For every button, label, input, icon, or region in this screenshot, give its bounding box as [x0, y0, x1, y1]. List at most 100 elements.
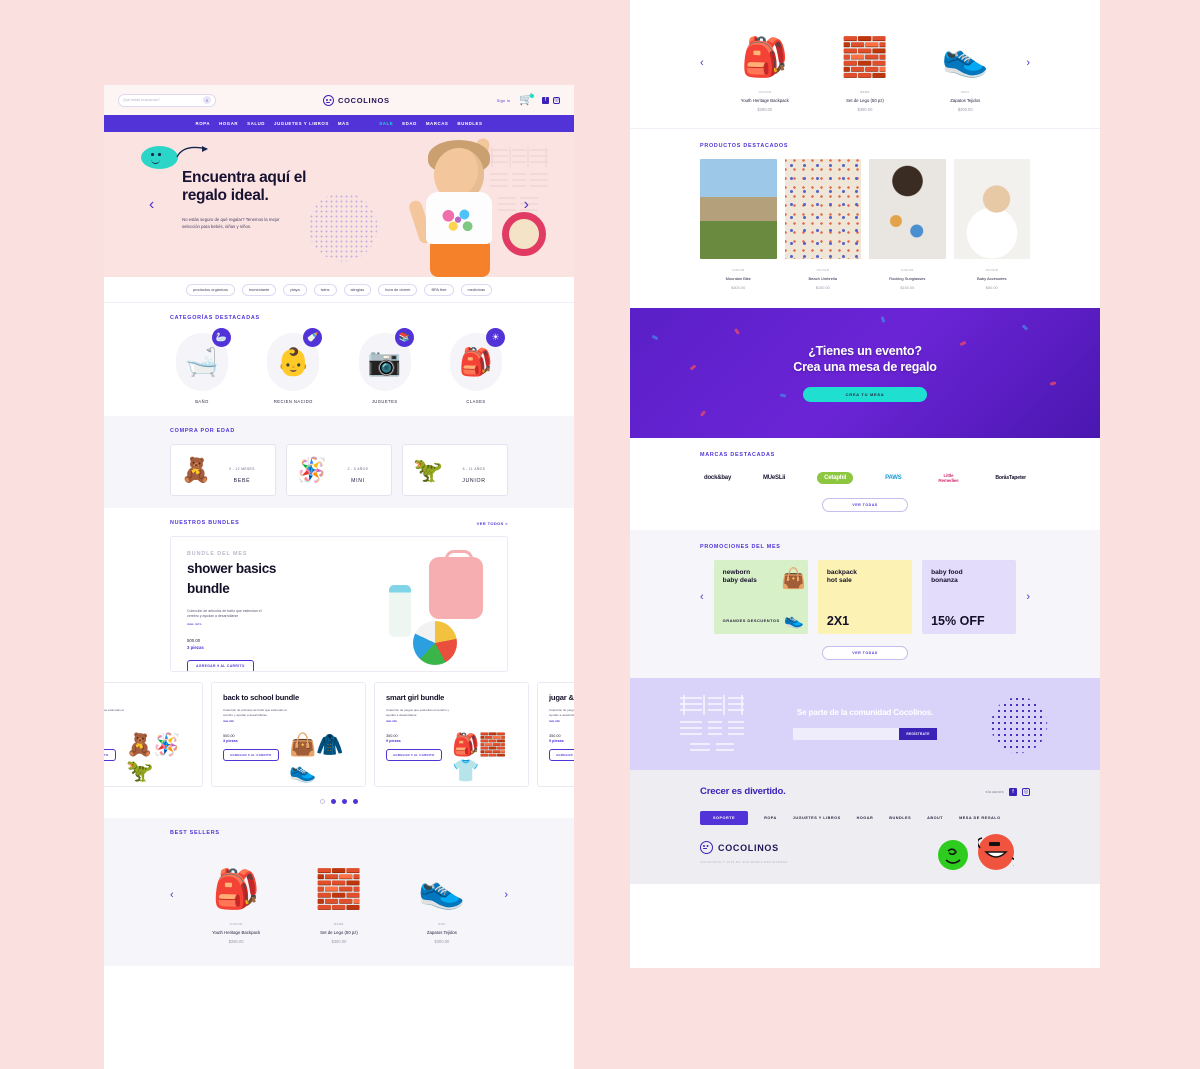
bundle-description: Colección de artículos de baño que estim… [187, 608, 262, 619]
brand-logo-dock-and-bay[interactable]: dock&bay [704, 475, 731, 481]
age-card-junior[interactable]: 🦖 6 - 11 AÑOS JUNIOR [402, 444, 508, 496]
product-category: JUNIOR [758, 90, 772, 94]
brand-logo-boras-tapeter[interactable]: BoråsTapeter [995, 475, 1026, 481]
top-carousel-prev-button[interactable]: ‹ [700, 57, 704, 69]
hero-next-button[interactable]: › [524, 196, 529, 214]
category-item-juguetes[interactable]: 📷 📚 JUGUETES [353, 328, 417, 404]
tag-chip[interactable]: BPA free [424, 283, 454, 296]
nav-item-juguetes-y-libros[interactable]: JUGUETES Y LIBROS [274, 121, 329, 126]
bundle-card[interactable]: jugar & aprender Colección de juegos que… [537, 682, 574, 787]
product-category: MINI [437, 922, 446, 926]
footer-link-mesa-de-regalo[interactable]: MESA DE REGALO [959, 816, 1000, 820]
brand-logo-little-remedies[interactable]: Little Remedies [933, 473, 963, 483]
search-icon[interactable]: ⌕ [203, 96, 211, 104]
category-item-clases[interactable]: 🎒 ☀ CLASES [444, 328, 508, 404]
bundle-card[interactable]: smart girl bundle Colección de juegos qu… [374, 682, 529, 787]
nav-item-ropa[interactable]: ROPA [196, 121, 211, 126]
featured-product-price: $80.00 [985, 285, 998, 290]
promo-card-baby-food[interactable]: baby food bonanza 15% OFF [922, 560, 1017, 634]
product-card[interactable]: 🎒 JUNIOR Youth Heritage Backpack $280.00 [726, 14, 804, 112]
footer-link-about[interactable]: ABOUT [927, 816, 943, 820]
pager-dot[interactable] [342, 799, 347, 804]
promotions-see-all-button[interactable]: VER TODAS [822, 646, 908, 660]
hero-prev-button[interactable]: ‹ [149, 196, 154, 214]
bundle-of-the-month-card[interactable]: BUNDLE DEL MES shower basics bundle Cole… [170, 536, 508, 672]
footer-link-juguetes-y-libros[interactable]: JUGUETES Y LIBROS [793, 816, 841, 820]
sign-in-link[interactable]: Sign in [497, 98, 511, 103]
product-card[interactable]: 👟 MINI Zapatos Tejidos $300.00 [926, 14, 1004, 112]
promo-card-backpack[interactable]: backpack hot sale 2X1 [817, 560, 913, 634]
product-card[interactable]: 👟 MINI Zapatos Tejidos $300.00 [401, 846, 482, 944]
product-image: 🎒 [212, 869, 260, 911]
best-sellers-prev-button[interactable]: ‹ [170, 889, 174, 901]
nav-item-salud[interactable]: SALUD [247, 121, 265, 126]
footer-link-ropa[interactable]: ROPA [764, 816, 777, 820]
best-sellers-next-button[interactable]: › [504, 889, 508, 901]
brands-see-all-button[interactable]: VER TODAS [822, 498, 908, 512]
cart-icon[interactable]: 🛒 [519, 93, 534, 106]
search-input[interactable]: Qué estás buscando? ⌕ [118, 93, 216, 107]
instagram-icon[interactable]: ◎ [553, 96, 560, 104]
featured-product-card[interactable]: JUNIOR Beach Umbrella $150.00 [784, 159, 861, 290]
promotions-next-button[interactable]: › [1026, 591, 1030, 603]
pager-dot[interactable] [320, 799, 325, 804]
product-category: BEBÉ [334, 922, 344, 926]
footer-link-hogar[interactable]: HOGAR [857, 816, 874, 820]
nav-item-mas[interactable]: MÁS [338, 121, 349, 126]
featured-product-card[interactable]: JUNIOR Mountain Bike $300.00 [700, 159, 777, 290]
newsletter-submit-button[interactable]: REGÍSTRATE [899, 728, 937, 740]
age-name: MINI [351, 477, 365, 484]
instagram-icon[interactable]: ◎ [1022, 787, 1030, 796]
pager-dot[interactable] [331, 799, 336, 804]
featured-product-card[interactable]: JUNIOR Baby Accesories $80.00 [953, 159, 1030, 290]
pager-dot[interactable] [353, 799, 358, 804]
bundle-card-more-link[interactable]: más info [549, 720, 574, 723]
bundle-card[interactable]: back to school bundle Colección de artíc… [211, 682, 366, 787]
brand-logo[interactable]: COCOLINOS [216, 94, 497, 106]
category-item-bano[interactable]: 🛁 🦢 BAÑO [170, 328, 234, 404]
featured-product-card[interactable]: JUNIOR Rocking Sunglasses $150.00 [869, 159, 946, 290]
promo-card-newborn[interactable]: newborn baby deals GRANDES DESCUENTOS 👜 … [713, 560, 808, 634]
brand-logo-mueslii[interactable]: MUeSLii [763, 475, 785, 481]
tag-chip[interactable]: twins [313, 283, 337, 296]
tag-chip[interactable]: playa [283, 283, 307, 296]
product-card[interactable]: 🧱 BEBÉ Set de Lego (50 pz) $350.00 [826, 14, 904, 112]
promotions-prev-button[interactable]: ‹ [700, 591, 704, 603]
footer-link-bundles[interactable]: BUNDLES [889, 816, 911, 820]
bundle-card-add-button[interactable]: AGREGAR 6 AL CARRITO [223, 748, 279, 761]
promotions-list: ‹ newborn baby deals GRANDES DESCUENTOS … [700, 560, 1030, 634]
tag-chip[interactable]: medicinas [460, 283, 493, 296]
age-card-bebe[interactable]: 🧸 0 - 12 MESES BEBÉ [170, 444, 276, 496]
bundles-see-all-link[interactable]: VER TODOS > [477, 521, 508, 526]
newsletter-email-input[interactable] [793, 728, 900, 740]
product-card[interactable]: 🎒 JUNIOR Youth Heritage Backpack $280.00 [196, 846, 277, 944]
site-header: Qué estás buscando? ⌕ COCOLINOS Sign in … [104, 85, 574, 115]
cart-badge [530, 93, 534, 98]
bundle-card-pieces: 9 piezas [549, 738, 564, 743]
bundle-card[interactable]: ...er bundle Colección de artículos de b… [104, 682, 203, 787]
tag-chip[interactable]: productos orgánicos [185, 283, 235, 296]
tag-chip[interactable]: humectante [241, 283, 277, 296]
category-item-recien-nacido[interactable]: 👶 🍼 RECIEN NACIDO [261, 328, 325, 404]
nav-item-edad[interactable]: EDAD [402, 121, 417, 126]
tag-chip[interactable]: alergias [343, 283, 372, 296]
age-range: 2 - 5 AÑOS [347, 466, 369, 471]
top-carousel-next-button[interactable]: › [1026, 57, 1030, 69]
brand-logo-paws[interactable]: PAWS [885, 475, 902, 481]
nav-item-marcas[interactable]: MARCAS [426, 121, 449, 126]
age-card-mini[interactable]: 🪅 2 - 5 AÑOS MINI [286, 444, 392, 496]
bundle-card-add-button[interactable]: AGREGAR 9 AL CARRITO [104, 748, 116, 761]
bundle-add-to-cart-button[interactable]: AGREGAR 9 AL CARRITO [187, 659, 254, 671]
facebook-icon[interactable]: f [1009, 787, 1017, 796]
tag-chip[interactable]: hora de dormir [378, 283, 418, 296]
bundles-section: NUESTROS BUNDLES VER TODOS > BUNDLE DEL … [104, 508, 574, 672]
nav-item-sale[interactable]: SALE [379, 121, 393, 126]
bundle-card-add-button[interactable]: AGREGAR 5 AL CARRITO [386, 748, 442, 761]
brand-logo-cetaphil[interactable]: Cetaphil [817, 472, 854, 484]
product-card[interactable]: 🧱 BEBÉ Set de Lego (50 pz) $350.00 [299, 846, 380, 944]
nav-item-bundles[interactable]: BUNDLES [457, 121, 482, 126]
facebook-icon[interactable]: f [542, 96, 549, 104]
nav-item-hogar[interactable]: HOGAR [219, 121, 238, 126]
bundle-card-add-button[interactable]: AGREGAR 9 AL CARRITO [549, 748, 574, 761]
footer-link-soporte[interactable]: SOPORTE [700, 811, 749, 825]
